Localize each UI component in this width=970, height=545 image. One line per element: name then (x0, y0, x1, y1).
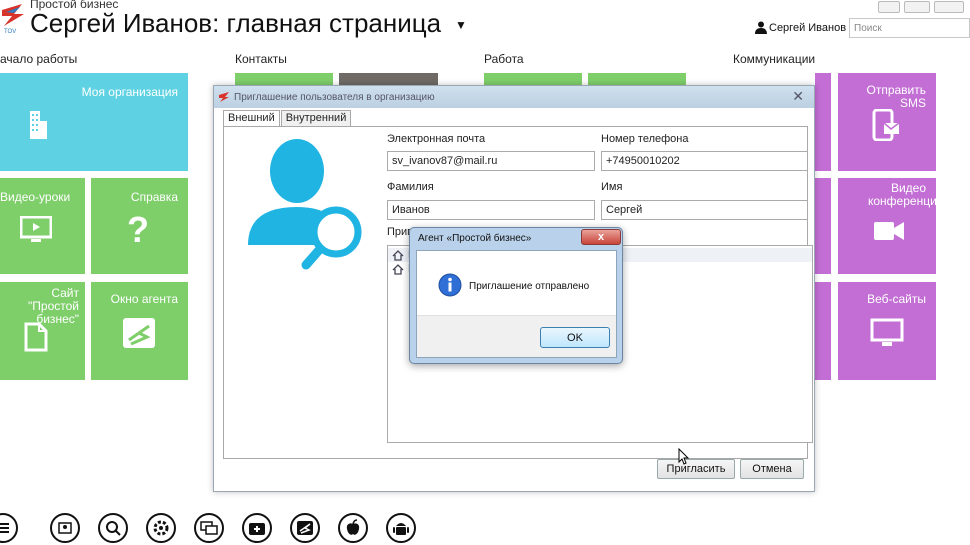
section-work: Работа (484, 52, 524, 66)
search-input[interactable] (849, 18, 970, 38)
tile-contacts-partial[interactable] (235, 73, 333, 85)
ok-button[interactable]: OK (540, 327, 610, 348)
close-icon[interactable]: ✕ (792, 88, 804, 105)
user-name: Сергей Иванов (769, 21, 847, 34)
building-icon (30, 111, 47, 139)
page-title: Сергей Иванов: главная страница (30, 8, 442, 38)
windows-icon[interactable] (194, 513, 224, 543)
tile-comm-partial-2[interactable] (815, 178, 831, 274)
message-box-title: Агент «Простой бизнес» (418, 233, 532, 244)
section-start: ачало работы (0, 52, 78, 66)
message-box: Агент «Простой бизнес» x Приглашение отп… (409, 227, 623, 364)
tile-video-conference[interactable]: Видео конференция (838, 178, 936, 274)
message-box-footer: OK (417, 315, 616, 357)
tile-websites[interactable]: Веб-сайты (838, 282, 936, 380)
tile-label: Справка (130, 190, 178, 204)
title-dropdown-icon[interactable]: ▼ (455, 18, 467, 32)
svg-text:?: ? (127, 212, 149, 248)
question-icon: ? (127, 212, 149, 248)
user-search-icon (248, 139, 362, 270)
sms-icon (872, 109, 900, 141)
svg-text:TOV: TOV (4, 29, 16, 34)
tile-comm-partial-1[interactable] (815, 73, 831, 171)
house-icon (392, 249, 404, 261)
android-icon[interactable] (386, 513, 416, 543)
agent-icon (123, 318, 155, 348)
dialog-titlebar: Приглашение пользователя в организацию ✕ (214, 86, 814, 108)
firstname-label: Имя (601, 181, 623, 193)
minimize-window-icon[interactable] (878, 1, 900, 13)
tile-label: Моя организация (81, 85, 178, 99)
section-communications: Коммуникации (733, 52, 816, 66)
monitor-icon (20, 216, 52, 242)
tile-label: Видео-уроки (0, 190, 71, 204)
mouse-cursor-icon (678, 448, 690, 465)
cancel-button[interactable]: Отмена (740, 459, 804, 479)
info-icon (438, 273, 462, 297)
close-button[interactable]: x (581, 229, 621, 245)
message-box-body: Приглашение отправлено OK (416, 250, 617, 358)
tile-work-partial-2[interactable] (588, 73, 686, 85)
monitor-icon (870, 318, 904, 346)
email-label: Электронная почта (387, 133, 486, 145)
maximize-window-icon[interactable] (904, 1, 930, 13)
menu-icon[interactable] (0, 513, 18, 543)
message-text: Приглашение отправлено (469, 281, 590, 292)
close-window-icon[interactable] (934, 1, 964, 13)
medical-icon[interactable] (242, 513, 272, 543)
tile-site[interactable]: Сайт "Простой бизнес" (0, 282, 85, 380)
tile-my-organization[interactable]: Моя организация (0, 73, 188, 171)
tab-external[interactable]: Внешний (223, 110, 280, 127)
agent-icon[interactable] (290, 513, 320, 543)
tile-label: Окно агента (110, 292, 178, 306)
tile-agent-window[interactable]: Окно агента (91, 282, 188, 380)
contact-photo (339, 73, 438, 85)
tile-comm-partial-3[interactable] (815, 282, 831, 380)
app-logo-icon (219, 92, 229, 102)
tile-label: Видео конференция (868, 181, 936, 208)
user-menu[interactable]: Сергей Иванов (755, 21, 846, 34)
tile-work-partial[interactable] (484, 73, 582, 85)
dialog-tabs: Внешний Внутренний (223, 110, 352, 127)
tile-help[interactable]: Справка ? (91, 178, 188, 274)
house-icon (392, 263, 404, 275)
dialog-title: Приглашение пользователя в организацию (234, 91, 435, 103)
tab-internal[interactable]: Внутренний (280, 110, 352, 126)
user-icon (755, 21, 767, 34)
settings-icon[interactable] (146, 513, 176, 543)
tile-label: Сайт "Простой бизнес" (28, 286, 79, 326)
tile-label: Отправить SMS (866, 83, 926, 110)
apple-icon[interactable] (338, 513, 368, 543)
tile-send-sms[interactable]: Отправить SMS (838, 73, 936, 171)
app-logo-icon: TOV (2, 4, 24, 34)
tile-label: Веб-сайты (867, 292, 926, 306)
document-icon (24, 322, 48, 352)
lastname-label: Фамилия (387, 181, 434, 193)
lastname-field[interactable]: Иванов (387, 200, 595, 220)
camera-icon (874, 222, 904, 240)
contacts-icon[interactable] (50, 513, 80, 543)
tile-video-lessons[interactable]: Видео-уроки (0, 178, 85, 274)
section-contacts: Контакты (235, 52, 287, 66)
phone-label: Номер телефона (601, 133, 689, 145)
firstname-field[interactable]: Сергей (601, 200, 808, 220)
invite-button[interactable]: Пригласить (657, 459, 735, 479)
email-field[interactable]: sv_ivanov87@mail.ru (387, 151, 595, 171)
phone-field[interactable]: +74950010202 (601, 151, 808, 171)
search-icon[interactable] (98, 513, 128, 543)
